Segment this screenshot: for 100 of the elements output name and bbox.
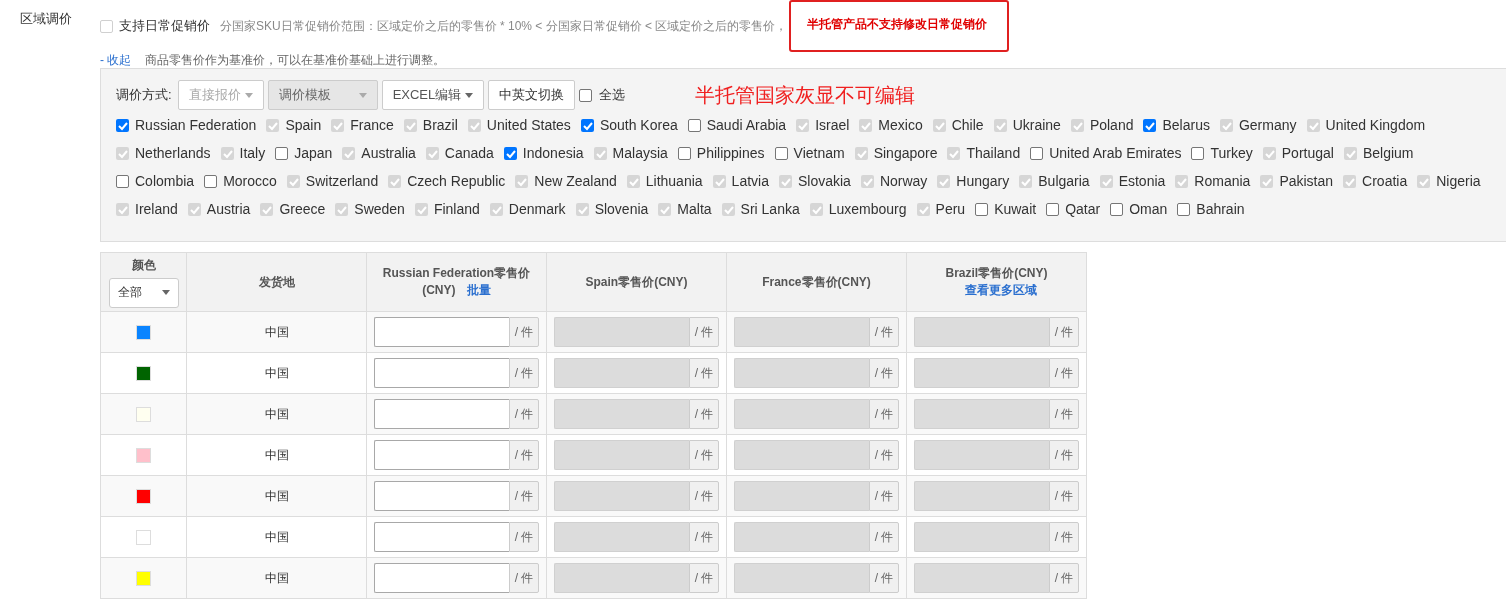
- country-label: Ireland: [135, 201, 178, 217]
- country-label: Colombia: [135, 173, 195, 189]
- country-label: Estonia: [1118, 173, 1166, 189]
- country-label: Nigeria: [1436, 173, 1481, 189]
- unit-label: / 件: [689, 522, 719, 552]
- column-title: Spain零售价(CNY): [585, 274, 688, 289]
- country-label: Czech Republic: [407, 173, 506, 189]
- checkbox[interactable]: [1110, 202, 1124, 216]
- collapse-link[interactable]: - 收起: [100, 51, 132, 69]
- checkbox[interactable]: [1046, 202, 1060, 216]
- origin-text: 中国: [264, 447, 289, 462]
- country-label: Netherlands: [135, 145, 211, 161]
- checkbox[interactable]: [116, 174, 129, 188]
- notice-text: 半托管产品不支持修改日常促销价: [807, 15, 988, 33]
- column-title: 发货地: [258, 274, 295, 289]
- country-label: Portugal: [1281, 145, 1334, 161]
- origin-text: 中国: [264, 488, 289, 503]
- country-label: Sweden: [354, 201, 405, 217]
- country-label: Morocco: [223, 173, 277, 189]
- country-label: Malaysia: [612, 145, 668, 161]
- country-label: Qatar: [1065, 201, 1101, 217]
- unit-label: / 件: [869, 399, 899, 429]
- country-label: Greece: [279, 201, 326, 217]
- unit-label: / 件: [509, 481, 539, 511]
- country-label: Poland: [1089, 117, 1134, 133]
- country-label: Bulgaria: [1038, 173, 1090, 189]
- price-field[interactable]: [374, 481, 509, 511]
- country-label: Slovakia: [797, 173, 851, 189]
- checkbox[interactable]: [116, 118, 129, 132]
- country-label: Ukraine: [1012, 117, 1061, 133]
- country-label: Spain: [285, 117, 322, 133]
- checkbox[interactable]: [579, 88, 593, 102]
- unit-label: / 件: [509, 317, 539, 347]
- checkbox[interactable]: [975, 202, 989, 216]
- price-field[interactable]: [374, 317, 509, 347]
- checkbox[interactable]: [774, 146, 788, 160]
- country-label: Denmark: [508, 201, 566, 217]
- unit-label: / 件: [1049, 358, 1079, 388]
- price-field[interactable]: [374, 440, 509, 470]
- country-label: Germany: [1238, 117, 1297, 133]
- checkbox[interactable]: [204, 174, 218, 188]
- hint-text: 分国家SKU日常促销价范围：区域定价之后的零售价 * 10% < 分国家日常促销价 < 区域定价之后的零售价: [220, 17, 776, 35]
- country-label: Turkey: [1210, 145, 1253, 161]
- unit-label: / 件: [869, 563, 899, 593]
- unit-label: / 件: [509, 358, 539, 388]
- unit-label: / 件: [509, 522, 539, 552]
- country-label: Brazil: [422, 117, 458, 133]
- unit-label: / 件: [869, 317, 899, 347]
- pricing-method-label: 调价方式:: [116, 86, 172, 104]
- column-title: Brazil零售价(CNY) 查看更多区域: [945, 266, 1048, 297]
- country-label: Luxembourg: [828, 201, 907, 217]
- country-label: Saudi Arabia: [706, 117, 787, 133]
- country-label: Latvia: [731, 173, 769, 189]
- unit-label: / 件: [1049, 522, 1079, 552]
- unit-label: / 件: [689, 481, 719, 511]
- checkbox[interactable]: [1143, 118, 1157, 132]
- country-label: Bahrain: [1196, 201, 1245, 217]
- country-label: Singapore: [873, 145, 938, 161]
- unit-label: / 件: [509, 440, 539, 470]
- country-label: Croatia: [1362, 173, 1408, 189]
- language-toggle-button[interactable]: 中英文切换: [488, 80, 576, 110]
- unit-label: / 件: [509, 563, 539, 593]
- country-label: Finland: [433, 201, 480, 217]
- column-title: 颜色: [131, 257, 156, 272]
- price-field[interactable]: [374, 358, 509, 388]
- checkbox[interactable]: [275, 146, 289, 160]
- checkbox[interactable]: [1177, 202, 1191, 216]
- origin-text: 中国: [264, 324, 289, 339]
- dropdown[interactable]: EXCEL编辑: [381, 80, 485, 110]
- country-label: New Zealand: [534, 173, 617, 189]
- price-field[interactable]: [374, 522, 509, 552]
- checkbox[interactable]: [677, 146, 691, 160]
- country-label: Canada: [444, 145, 494, 161]
- color-filter-dropdown[interactable]: 全部: [109, 277, 179, 308]
- country-label: Philippines: [696, 145, 765, 161]
- annotation-text: 半托管国家灰显不可编辑: [695, 82, 916, 108]
- checkbox[interactable]: [1030, 146, 1044, 160]
- unit-label: / 件: [689, 563, 719, 593]
- header-link[interactable]: 批量: [466, 283, 491, 297]
- country-label: United States: [486, 117, 571, 133]
- country-label: Belgium: [1362, 145, 1414, 161]
- unit-label: / 件: [1049, 399, 1079, 429]
- country-label: Italy: [239, 145, 266, 161]
- checkbox[interactable]: [1191, 146, 1205, 160]
- country-label: Lithuania: [645, 173, 703, 189]
- country-label: Austria: [206, 201, 251, 217]
- country-label: Romania: [1194, 173, 1251, 189]
- country-label: Pakistan: [1279, 173, 1334, 189]
- header-link[interactable]: 查看更多区域: [964, 283, 1037, 297]
- price-field[interactable]: [374, 399, 509, 429]
- country-label: Chile: [951, 117, 984, 133]
- select-all-label: 全选: [599, 86, 626, 104]
- checkbox[interactable]: [687, 118, 701, 132]
- price-field[interactable]: [374, 563, 509, 593]
- unit-label: / 件: [689, 399, 719, 429]
- unit-label: / 件: [869, 358, 899, 388]
- checkbox[interactable]: [580, 118, 594, 132]
- checkbox[interactable]: [503, 146, 517, 160]
- origin-text: 中国: [264, 365, 289, 380]
- country-label: Peru: [935, 201, 966, 217]
